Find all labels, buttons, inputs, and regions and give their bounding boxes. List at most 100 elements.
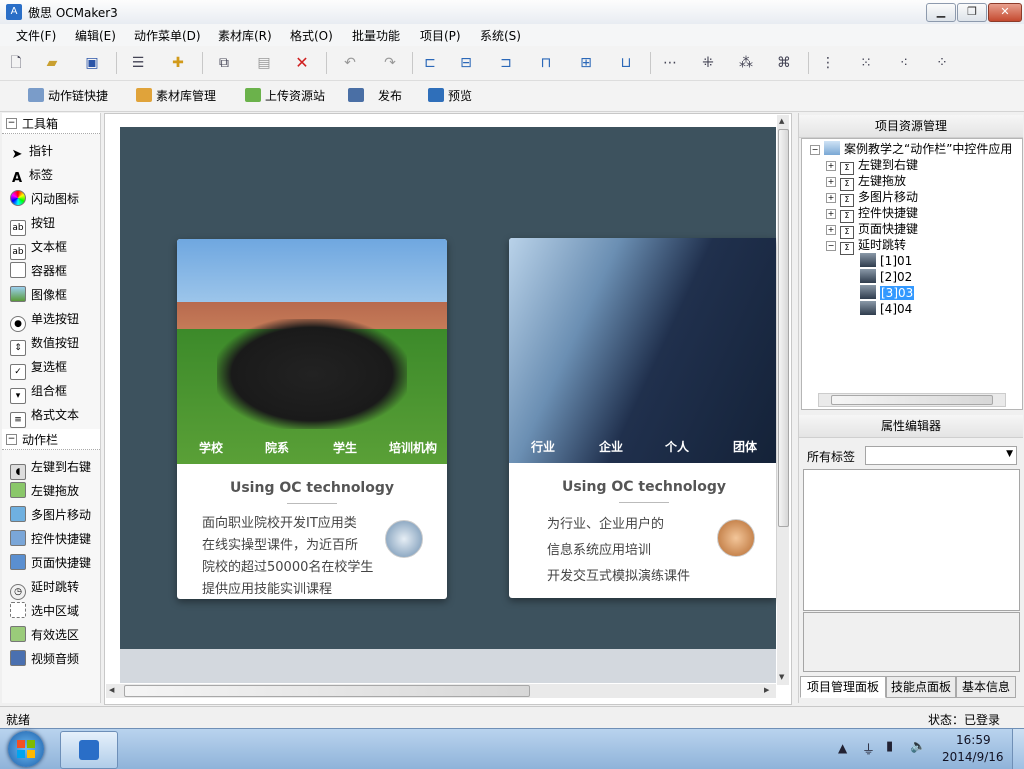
- tool-label[interactable]: A 标签: [10, 164, 53, 186]
- align-right-icon[interactable]: ⊐: [496, 53, 516, 73]
- collapse-icon[interactable]: −: [6, 434, 17, 445]
- taskbar-app-ocmaker[interactable]: [60, 731, 118, 769]
- action-drag-drop[interactable]: 左键拖放: [10, 480, 79, 502]
- save-icon[interactable]: ▣: [82, 53, 102, 73]
- menu-system[interactable]: 系统(S): [480, 27, 521, 44]
- property-grid[interactable]: [803, 469, 1020, 611]
- scroll-down-icon[interactable]: ▼: [779, 673, 784, 681]
- start-button[interactable]: [8, 731, 44, 767]
- tool-checkbox[interactable]: ✓ 复选框: [10, 356, 67, 380]
- card2-tab-group[interactable]: 团体: [733, 438, 757, 455]
- collapse-icon[interactable]: −: [810, 145, 820, 155]
- preview-button[interactable]: 预览: [428, 87, 472, 105]
- canvas-vertical-scrollbar[interactable]: ▲ ▼: [777, 115, 789, 685]
- align-left-icon[interactable]: ⊏: [420, 53, 440, 73]
- tool-radio[interactable]: ● 单选按钮: [10, 308, 79, 332]
- delete-icon[interactable]: ✕: [292, 53, 312, 73]
- menu-format[interactable]: 格式(O): [290, 27, 333, 44]
- asset-manager-button[interactable]: 素材库管理: [136, 87, 216, 105]
- menu-project[interactable]: 项目(P): [420, 27, 461, 44]
- action-video-audio[interactable]: 视频音频: [10, 648, 79, 670]
- collapse-icon[interactable]: −: [6, 118, 17, 129]
- menu-assets[interactable]: 素材库(R): [218, 27, 272, 44]
- card-industry[interactable]: 行业 企业 个人 团体 Using OC technology 为行业、企业用户…: [509, 238, 776, 598]
- card1-tab-training[interactable]: 培训机构: [389, 439, 437, 456]
- expand-icon[interactable]: +: [826, 193, 836, 203]
- action-valid-selection[interactable]: 有效选区: [10, 624, 79, 646]
- collapse-icon[interactable]: −: [826, 241, 836, 251]
- tool-combo[interactable]: ▾ 组合框: [10, 380, 67, 404]
- redo-icon[interactable]: ↷: [380, 53, 400, 73]
- tab-project-manager[interactable]: 项目管理面板: [800, 676, 886, 698]
- card1-tab-department[interactable]: 院系: [265, 439, 289, 456]
- puzzle-icon[interactable]: ✚: [168, 53, 188, 73]
- tool-rich-text[interactable]: ≡ 格式文本: [10, 404, 79, 428]
- same-width-icon[interactable]: ⁜: [698, 53, 718, 73]
- scroll-up-icon[interactable]: ▲: [779, 117, 784, 125]
- dropdown-arrow-icon[interactable]: ▼: [1006, 449, 1013, 459]
- same-height-icon[interactable]: ⁂: [736, 53, 756, 73]
- action-select-area[interactable]: 选中区域: [10, 600, 79, 622]
- action-chain-button[interactable]: 动作链快捷: [28, 87, 108, 105]
- distribute-vertical-icon[interactable]: ⋮: [818, 53, 838, 73]
- tool-pointer[interactable]: ➤ 指针: [10, 140, 53, 162]
- tree-node[interactable]: + Σ 多图片移动: [826, 189, 918, 207]
- action-page-shortcut[interactable]: 页面快捷键: [10, 552, 91, 574]
- distribute-horizontal-icon[interactable]: ⋯: [660, 53, 680, 73]
- menu-action[interactable]: 动作菜单(D): [134, 27, 201, 44]
- tree-node[interactable]: + Σ 左键到右键: [826, 157, 918, 175]
- vertical-scroll-thumb[interactable]: [778, 129, 789, 527]
- same-size-icon[interactable]: ⌘: [774, 53, 794, 73]
- card1-tab-student[interactable]: 学生: [333, 439, 357, 456]
- tool-textbox[interactable]: ab 文本框: [10, 236, 67, 260]
- tree-leaf[interactable]: [4]04: [860, 301, 912, 317]
- close-button[interactable]: ✕: [988, 3, 1022, 22]
- tray-usb-icon[interactable]: ⏚: [862, 739, 875, 758]
- tab-basic-info[interactable]: 基本信息: [956, 676, 1016, 698]
- menu-file[interactable]: 文件(F): [16, 27, 56, 44]
- tray-network-icon[interactable]: ▮: [886, 739, 893, 754]
- card2-tab-industry[interactable]: 行业: [531, 438, 555, 455]
- tray-arrow-icon[interactable]: ▲: [838, 741, 847, 755]
- upload-button[interactable]: 上传资源站: [245, 87, 325, 105]
- tool-button[interactable]: ab 按钮: [10, 212, 55, 236]
- canvas-horizontal-scrollbar[interactable]: ◀ ▶: [106, 684, 776, 698]
- tool-container[interactable]: 容器框: [10, 260, 67, 282]
- align-top-icon[interactable]: ⊓: [536, 53, 556, 73]
- property-filter-select[interactable]: ▼: [865, 446, 1017, 465]
- card-schools[interactable]: 学校 院系 学生 培训机构 Using OC technology 面向职业院校…: [177, 239, 447, 599]
- expand-icon[interactable]: +: [826, 177, 836, 187]
- action-multi-image[interactable]: 多图片移动: [10, 504, 91, 526]
- card1-tab-school[interactable]: 学校: [199, 439, 223, 456]
- paste-icon[interactable]: ▤: [254, 53, 274, 73]
- space-vertical-icon[interactable]: ⁖: [894, 53, 914, 73]
- tree-node[interactable]: − Σ 延时跳转: [826, 237, 906, 255]
- undo-icon[interactable]: ↶: [340, 53, 360, 73]
- expand-icon[interactable]: +: [826, 225, 836, 235]
- tool-image[interactable]: 图像框: [10, 284, 67, 306]
- action-delay-jump[interactable]: ◷ 延时跳转: [10, 576, 79, 600]
- card2-tab-individual[interactable]: 个人: [665, 438, 689, 455]
- tool-flash-icon[interactable]: 闪动图标: [10, 188, 79, 210]
- align-bottom-icon[interactable]: ⊔: [616, 53, 636, 73]
- publish-button[interactable]: 发布: [348, 87, 402, 105]
- tree-leaf[interactable]: [2]02: [860, 269, 912, 285]
- show-desktop-button[interactable]: [1012, 729, 1024, 769]
- clock-date[interactable]: 2014/9/16: [942, 750, 1004, 764]
- properties-icon[interactable]: ☰: [128, 53, 148, 73]
- scroll-right-icon[interactable]: ▶: [764, 686, 769, 694]
- new-file-icon[interactable]: 🗋: [6, 53, 26, 73]
- tree-root[interactable]: − 案例教学之“动作栏”中控件应用: [810, 141, 1012, 157]
- copy-icon[interactable]: ⧉: [214, 53, 234, 73]
- tree-horizontal-scrollbar[interactable]: [818, 393, 1006, 407]
- menu-edit[interactable]: 编辑(E): [75, 27, 116, 44]
- tree-scroll-thumb[interactable]: [831, 395, 993, 405]
- action-control-shortcut[interactable]: 控件快捷键: [10, 528, 91, 550]
- minimize-button[interactable]: ▁: [926, 3, 956, 22]
- maximize-button[interactable]: ❐: [957, 3, 987, 22]
- expand-icon[interactable]: +: [826, 209, 836, 219]
- horizontal-scroll-thumb[interactable]: [124, 685, 530, 697]
- clock-time[interactable]: 16:59: [956, 733, 991, 747]
- space-horizontal-icon[interactable]: ⁙: [856, 53, 876, 73]
- tree-leaf[interactable]: [1]01: [860, 253, 912, 269]
